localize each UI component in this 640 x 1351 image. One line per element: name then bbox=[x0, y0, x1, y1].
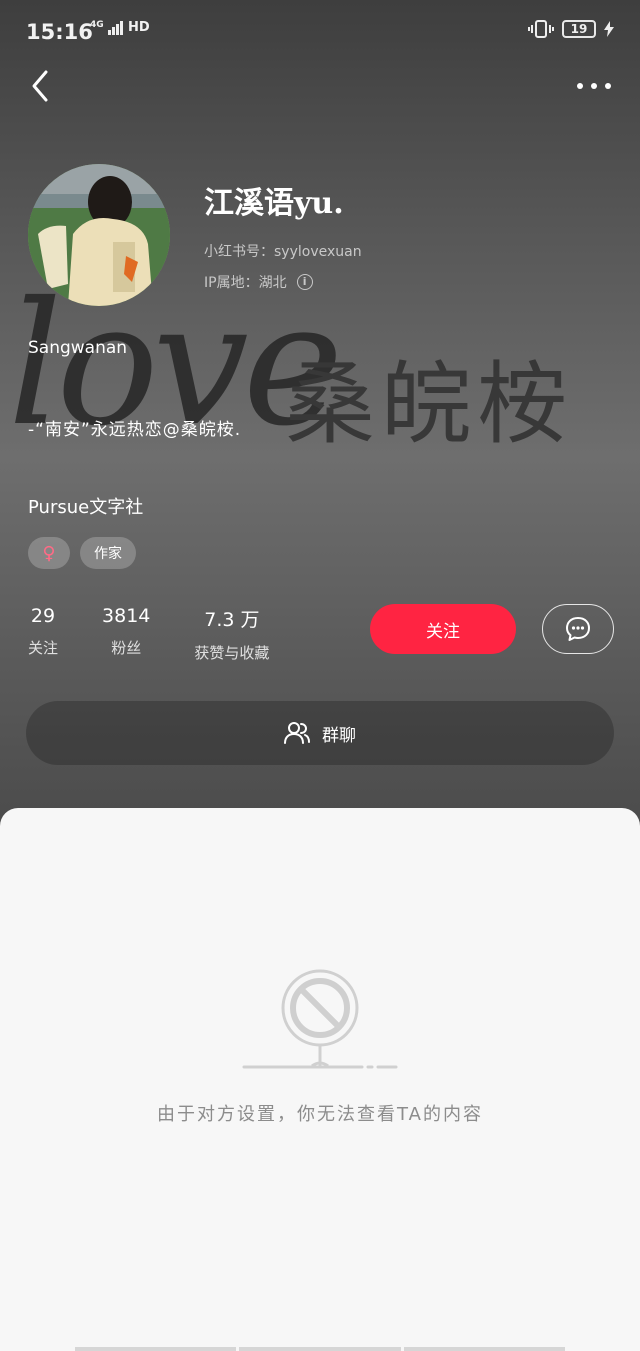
chat-bubble-icon bbox=[566, 617, 590, 641]
blocked-icon bbox=[242, 969, 398, 1069]
message-button[interactable] bbox=[542, 604, 614, 654]
occupation-tag: 作家 bbox=[80, 537, 136, 569]
avatar-image bbox=[28, 164, 170, 306]
battery-indicator: 19 bbox=[562, 20, 596, 38]
more-dot-icon bbox=[605, 83, 611, 89]
back-button[interactable] bbox=[24, 64, 64, 108]
follow-button[interactable]: 关注 bbox=[370, 604, 516, 654]
profile-nickname: 江溪语yu. bbox=[204, 186, 344, 221]
avatar[interactable] bbox=[28, 164, 170, 306]
empty-state-message: 由于对方设置，你无法查看TA的内容 bbox=[157, 1104, 483, 1125]
profile-tags: ♀ 作家 bbox=[28, 537, 136, 569]
more-dot-icon bbox=[591, 83, 597, 89]
bio-line: -“南安”永远热恋@桑皖桉. bbox=[28, 420, 242, 440]
bottom-indicator bbox=[75, 1347, 565, 1351]
stat-following[interactable]: 29 关注 bbox=[28, 605, 58, 663]
status-bar: 15:16 4G HD 19 bbox=[0, 0, 640, 64]
group-chat-label: 群聊 bbox=[322, 725, 356, 746]
status-time: 15:16 bbox=[26, 20, 93, 44]
female-icon: ♀ bbox=[42, 542, 56, 564]
stat-label: 粉丝 bbox=[111, 639, 142, 657]
indicator-segment bbox=[75, 1347, 237, 1351]
restricted-content-illustration bbox=[240, 968, 400, 1078]
charging-icon bbox=[604, 21, 614, 37]
network-type-label: 4G bbox=[90, 20, 104, 30]
ip-location: IP属地：湖北 bbox=[204, 275, 287, 291]
chevron-left-icon bbox=[32, 70, 48, 102]
stat-value: 29 bbox=[30, 605, 56, 627]
group-users-icon bbox=[284, 722, 310, 744]
hd-badge: HD bbox=[128, 20, 150, 35]
indicator-segment bbox=[239, 1347, 401, 1351]
redbook-id[interactable]: 小红书号：syylovexuan bbox=[204, 241, 362, 261]
status-right-group: 19 bbox=[528, 20, 614, 38]
group-chat-button[interactable]: 群聊 bbox=[26, 701, 614, 765]
more-options-button[interactable] bbox=[572, 74, 616, 98]
stat-label: 获赞与收藏 bbox=[194, 644, 270, 662]
ip-location-row: IP属地：湖北 i bbox=[204, 272, 313, 292]
signal-icon bbox=[107, 20, 123, 35]
bio-name: Sangwanan bbox=[28, 338, 128, 358]
vibrate-icon bbox=[528, 20, 554, 38]
bio-organization: Pursue文字社 bbox=[28, 497, 144, 518]
stat-value: 3814 bbox=[102, 605, 151, 627]
gender-tag: ♀ bbox=[28, 537, 70, 569]
stat-label: 关注 bbox=[28, 639, 59, 657]
profile-stats: 29 关注 3814 粉丝 7.3 万 获赞与收藏 bbox=[28, 605, 313, 663]
stat-value: 7.3 万 bbox=[204, 609, 260, 631]
watermark-name-text: 桑皖桉 bbox=[285, 352, 573, 457]
content-panel: 由于对方设置，你无法查看TA的内容 bbox=[0, 808, 640, 1351]
info-icon[interactable]: i bbox=[296, 274, 313, 290]
stat-followers[interactable]: 3814 粉丝 bbox=[102, 605, 150, 663]
indicator-segment bbox=[403, 1347, 565, 1351]
network-indicator: 4G HD bbox=[90, 20, 150, 35]
more-dot-icon bbox=[577, 83, 583, 89]
stat-likes-collections[interactable]: 7.3 万 获赞与收藏 bbox=[194, 605, 269, 663]
